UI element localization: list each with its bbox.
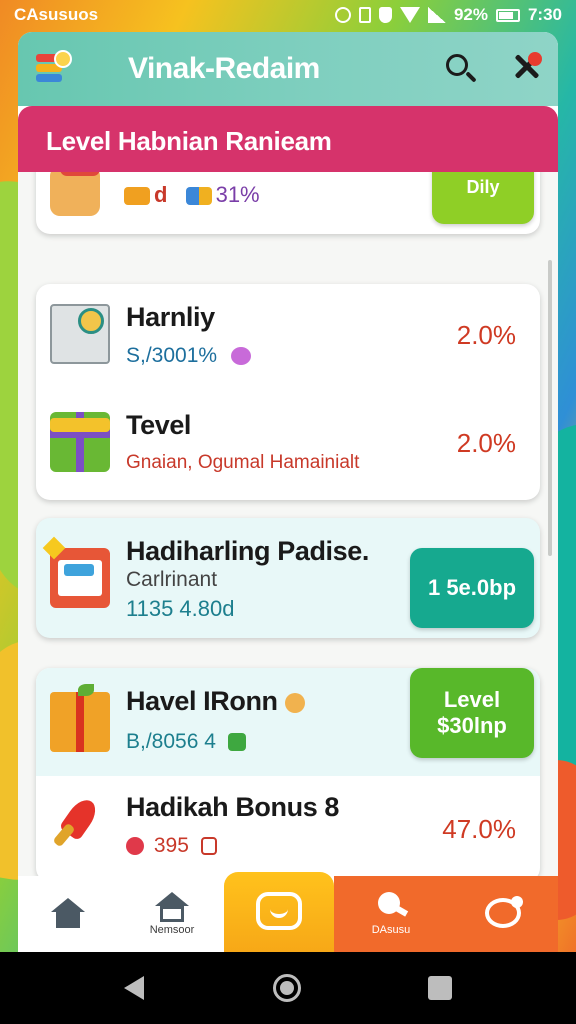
level-banner: Level Habnian Ranieam — [18, 106, 558, 172]
carrier-label: CAsusuos — [14, 5, 99, 24]
item-button-label: $30lnp — [437, 713, 507, 738]
list-item[interactable]: Havel IRonn B,/8056 4 Level $30lnp — [36, 668, 540, 776]
wifi-icon — [399, 7, 420, 23]
cookie-icon — [284, 692, 305, 713]
item-button-label: 1 5e.0bp — [427, 575, 517, 600]
arrow-down-icon — [227, 733, 246, 752]
item-subtitle-secondary: 1135 4.80d — [126, 596, 235, 621]
list-item[interactable]: Harnliy S,/3001% 2.0% — [36, 284, 540, 392]
picture-frame-icon — [42, 536, 110, 608]
item-title: Harnliy — [126, 302, 215, 332]
rocket-icon — [50, 794, 110, 854]
nav-deals[interactable]: DAsusu — [334, 876, 448, 952]
item-title-text: Havel IRonn — [126, 686, 278, 716]
item-action-button[interactable]: Level $30lnp — [410, 668, 534, 758]
item-title: Hadiharling Padise. — [126, 536, 369, 566]
app-logo-icon[interactable] — [36, 50, 76, 86]
gift-icon — [50, 412, 110, 472]
item-title: Havel IRonn — [126, 686, 309, 717]
partial-text-a: d — [154, 182, 168, 207]
partial-action-button[interactable]: Dily — [432, 172, 534, 224]
item-value: 2.0% — [456, 428, 516, 458]
item-subtitle-text: 395 — [153, 834, 189, 857]
nav-home[interactable] — [18, 876, 118, 952]
nav-house[interactable]: Nemsoor — [118, 876, 226, 952]
clock: 7:30 — [527, 5, 562, 24]
home-icon — [51, 898, 85, 928]
nav-label: Nemsoor — [149, 924, 195, 936]
app-title: Vinak-Redaim — [128, 52, 320, 85]
item-subtitle-text: S,/3001% — [126, 344, 218, 367]
item-subtitle-text: B,/8056 4 — [126, 730, 216, 753]
house-icon — [155, 892, 189, 922]
item-subtitle: B,/8056 4 — [126, 730, 250, 754]
list-card: Harnliy S,/3001% 2.0% Tevel Gnaian, Ogum… — [36, 284, 540, 500]
app-window: Vinak-Redaim Level Habnian Ranieam d 31%… — [18, 32, 558, 952]
partial-button-label: Dily — [466, 176, 500, 197]
list-item[interactable]: Hadikah Bonus 8 395 47.0% — [36, 774, 540, 882]
gift-bow-icon — [374, 892, 409, 922]
list-item[interactable]: Hadiharling Padise. Carlrinant 1135 4.80… — [36, 518, 540, 638]
back-icon[interactable] — [124, 976, 144, 1000]
search-icon[interactable] — [442, 50, 478, 86]
treasure-box-icon — [50, 684, 110, 752]
item-subtitle: 395 — [126, 834, 221, 858]
shield-icon — [378, 7, 392, 23]
item-button-label: Level — [443, 687, 501, 712]
item-subtitle: Gnaian, Ogumal Hamainialt — [126, 452, 360, 473]
nav-label: DAsusu — [371, 924, 411, 936]
partial-text-b: 31% — [215, 182, 260, 207]
heart-icon — [126, 837, 144, 856]
bottom-navigation: Nemsoor DAsusu — [18, 872, 558, 952]
alarm-icon — [334, 7, 351, 23]
list-card: Havel IRonn B,/8056 4 Level $30lnp Hadik… — [36, 668, 540, 882]
vibrate-icon — [358, 7, 371, 23]
item-value: 2.0% — [456, 320, 516, 350]
smile-chat-icon — [256, 892, 302, 930]
item-title: Tevel — [126, 410, 192, 440]
status-bar: CAsusuos 92% 7:30 — [0, 0, 576, 30]
recent-apps-icon[interactable] — [428, 976, 452, 1000]
list-item[interactable]: Tevel Gnaian, Ogumal Hamainialt 2.0% — [36, 392, 540, 500]
chat-bubble-icon — [485, 896, 523, 928]
potion-icon — [230, 347, 251, 366]
scrollbar[interactable] — [548, 260, 552, 556]
nav-center[interactable] — [224, 872, 334, 952]
offer-list[interactable]: d 31% Dily Harnliy S,/3001% 2.0% Tevel G… — [18, 172, 558, 882]
coins-icon — [124, 187, 150, 206]
item-subtitle: Carlrinant — [126, 568, 218, 591]
battery-percent: 92% — [453, 5, 488, 24]
blocks-icon — [185, 187, 212, 206]
tools-icon[interactable] — [508, 50, 548, 88]
item-subtitle: S,/3001% — [126, 344, 255, 368]
tag-icon — [200, 837, 217, 856]
item-action-button[interactable]: 1 5e.0bp — [410, 548, 534, 628]
banner-title: Level Habnian Ranieam — [46, 126, 332, 156]
calendar-icon — [50, 304, 110, 364]
system-home-icon[interactable] — [273, 974, 301, 1002]
nav-chat[interactable] — [448, 876, 558, 952]
signal-icon — [427, 7, 446, 23]
item-value: 47.0% — [442, 814, 516, 844]
list-item-partial[interactable]: d 31% Dily — [36, 172, 540, 234]
status-icons: 92% 7:30 — [334, 5, 562, 25]
item-title: Hadikah Bonus 8 — [126, 792, 340, 822]
battery-icon — [495, 8, 520, 22]
system-navigation-bar — [0, 952, 576, 1024]
partial-stats: d 31% — [124, 182, 260, 208]
doll-icon — [50, 172, 100, 216]
app-bar: Vinak-Redaim — [18, 32, 558, 106]
